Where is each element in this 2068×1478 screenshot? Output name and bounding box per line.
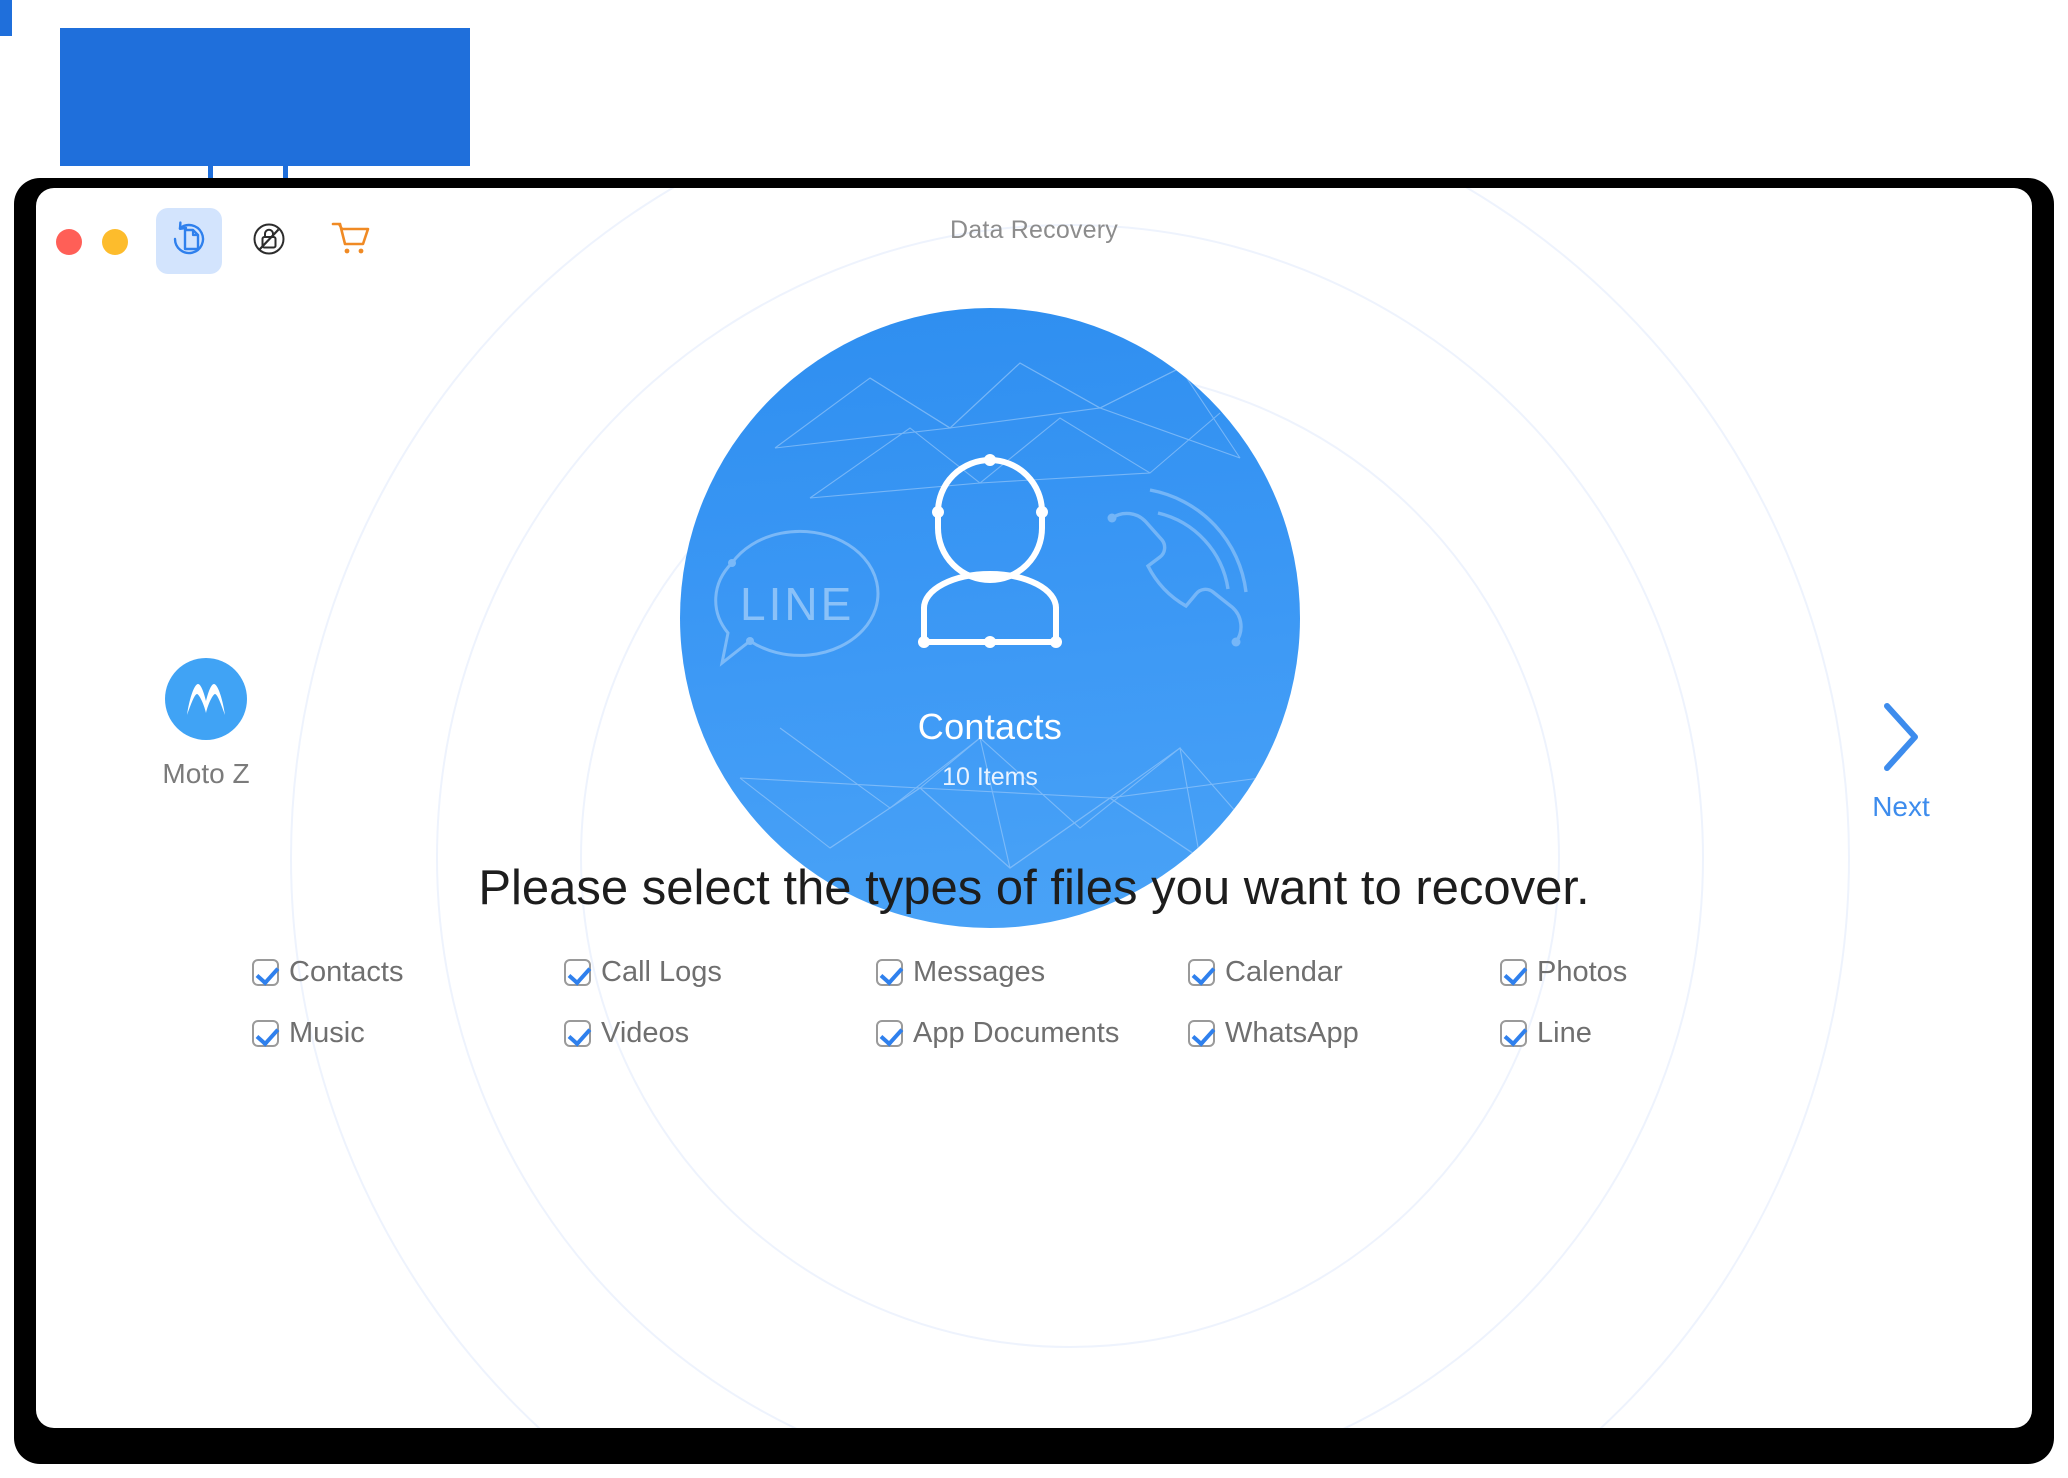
file-type-videos[interactable]: Videos: [564, 1017, 876, 1050]
file-type-whatsapp[interactable]: WhatsApp: [1188, 1017, 1500, 1050]
file-type-call-logs[interactable]: Call Logs: [564, 956, 876, 989]
device-model-label: Moto Z: [162, 758, 250, 789]
checkbox-icon[interactable]: [876, 1020, 903, 1047]
checkbox-icon[interactable]: [876, 959, 903, 986]
chevron-right-icon: [1875, 703, 1927, 780]
file-type-photos[interactable]: Photos: [1500, 956, 1812, 989]
file-type-grid: Contacts Call Logs Messages Calendar Pho…: [252, 956, 1812, 1050]
file-type-calendar[interactable]: Calendar: [1188, 956, 1500, 989]
phone-call-watermark: [1107, 488, 1248, 647]
device-panel[interactable]: Moto Z: [96, 658, 316, 790]
line-watermark-text: LINE: [740, 578, 854, 630]
file-type-label: Videos: [601, 1017, 690, 1049]
screenshot-root: Lock Screen Removal Device Model: [0, 0, 2068, 1478]
instruction-text: Please select the types of files you wan…: [478, 861, 1590, 915]
contact-person-nodes: [918, 454, 1062, 648]
file-type-label: Contacts: [289, 956, 404, 988]
checkbox-icon[interactable]: [252, 959, 279, 986]
redaction-block-stub: [0, 0, 12, 36]
checkbox-icon[interactable]: [564, 1020, 591, 1047]
file-type-app-documents[interactable]: App Documents: [876, 1017, 1188, 1050]
file-type-label: Line: [1537, 1017, 1592, 1049]
file-type-label: Music: [289, 1017, 365, 1049]
next-label: Next: [1872, 791, 1930, 822]
file-type-messages[interactable]: Messages: [876, 956, 1188, 989]
next-button[interactable]: Next: [1826, 698, 1976, 823]
checkbox-icon[interactable]: [564, 959, 591, 986]
contact-person-icon: [921, 456, 1059, 645]
hero-item-count: 10 Items: [942, 763, 1038, 791]
hero-decoration: LINE: [714, 362, 1261, 869]
file-type-label: Call Logs: [601, 956, 722, 988]
file-type-music[interactable]: Music: [252, 1017, 564, 1050]
checkbox-icon[interactable]: [1500, 959, 1527, 986]
checkbox-icon[interactable]: [1188, 959, 1215, 986]
motorola-logo-icon: [165, 658, 247, 740]
file-type-label: Calendar: [1225, 956, 1343, 988]
page-title: Data Recovery: [950, 216, 1118, 244]
selected-data-type-circle[interactable]: LINE Contacts 10 Items: [680, 308, 1300, 928]
file-type-label: Messages: [913, 956, 1046, 988]
checkbox-icon[interactable]: [252, 1020, 279, 1047]
file-type-label: Photos: [1537, 956, 1628, 988]
file-type-label: WhatsApp: [1225, 1017, 1359, 1049]
app-window: Data Recovery Moto Z LINE Contacts 10 It…: [36, 188, 2032, 1428]
checkbox-icon[interactable]: [1500, 1020, 1527, 1047]
svg-text:LINE: LINE: [740, 578, 854, 630]
hero-type-label: Contacts: [917, 706, 1063, 747]
file-type-label: App Documents: [913, 1017, 1120, 1049]
checkbox-icon[interactable]: [1188, 1020, 1215, 1047]
redaction-block-subtitle: [350, 100, 470, 166]
file-type-line[interactable]: Line: [1500, 1017, 1812, 1050]
file-type-contacts[interactable]: Contacts: [252, 956, 564, 989]
